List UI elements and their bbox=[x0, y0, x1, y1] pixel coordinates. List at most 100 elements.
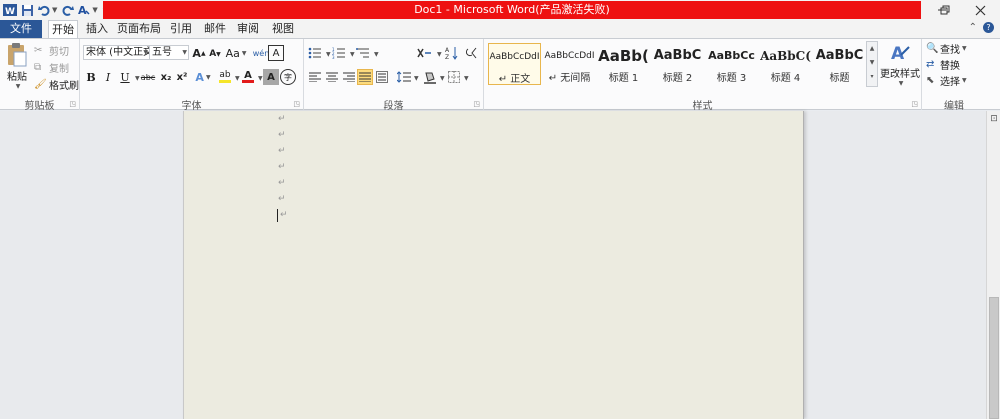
sort-button[interactable]: AZ bbox=[444, 45, 460, 61]
borders-button[interactable] bbox=[446, 69, 462, 85]
line-spacing-dropdown-icon[interactable]: ▼ bbox=[414, 75, 419, 82]
bullets-dropdown-icon[interactable]: ▼ bbox=[326, 51, 331, 58]
change-styles-button[interactable]: A 更改样式 ▼ bbox=[880, 41, 920, 87]
bold-button[interactable]: B bbox=[83, 69, 99, 85]
font-name-dropdown-icon[interactable]: ▼ bbox=[143, 46, 148, 59]
styles-launcher-icon[interactable]: ◳ bbox=[911, 100, 918, 108]
chinese-layout-button[interactable] bbox=[414, 45, 434, 61]
show-marks-button[interactable] bbox=[464, 45, 480, 61]
italic-button[interactable]: I bbox=[100, 69, 116, 85]
font-size-value: 五号 bbox=[152, 47, 172, 58]
align-center-button[interactable] bbox=[324, 69, 340, 85]
superscript-button[interactable]: x² bbox=[174, 69, 190, 85]
styles-gallery-scroll[interactable]: ▲ ▼ ▾ bbox=[866, 41, 878, 87]
chinese-layout-dropdown-icon[interactable]: ▼ bbox=[437, 51, 442, 58]
grow-font-button[interactable]: A ▲ bbox=[191, 45, 207, 61]
document-page[interactable]: ↵ ↵ ↵ ↵ ↵ ↵ ↵ bbox=[183, 111, 804, 419]
font-name-select[interactable]: 宋体 (中文正文) ▼ bbox=[83, 45, 150, 60]
redo-icon[interactable] bbox=[60, 3, 74, 17]
subscript-button[interactable]: x₂ bbox=[158, 69, 174, 85]
shading-button[interactable] bbox=[422, 69, 438, 85]
phonetic-guide-button[interactable]: wén bbox=[253, 45, 270, 61]
font-size-select[interactable]: 五号 ▼ bbox=[149, 45, 189, 60]
numbering-button[interactable]: 123 bbox=[331, 45, 347, 61]
tab-home[interactable]: 开始 bbox=[48, 20, 78, 39]
character-border-button[interactable]: A bbox=[268, 45, 284, 61]
copy-button[interactable]: ⧉ 复制 bbox=[34, 60, 69, 75]
paste-button[interactable]: 粘贴 ▼ bbox=[5, 42, 29, 90]
tab-insert[interactable]: 插入 bbox=[82, 20, 112, 38]
select-dropdown-icon[interactable]: ▼ bbox=[962, 77, 967, 84]
font-size-dropdown-icon[interactable]: ▼ bbox=[182, 46, 187, 59]
strikethrough-button[interactable]: abc bbox=[139, 69, 157, 85]
tab-view[interactable]: 视图 bbox=[268, 20, 298, 38]
format-painter-button[interactable]: 🖌 格式刷 bbox=[34, 77, 79, 92]
select-label: 选择 bbox=[940, 77, 960, 88]
align-right-button[interactable] bbox=[341, 69, 357, 85]
vertical-scrollbar[interactable]: ⊡ bbox=[986, 111, 1000, 419]
shrink-font-button[interactable]: A ▼ bbox=[207, 46, 223, 62]
distributed-button[interactable] bbox=[374, 69, 390, 85]
word-app-icon[interactable]: W bbox=[3, 3, 17, 17]
change-case-button[interactable]: Aa ▼ bbox=[225, 45, 247, 61]
numbering-dropdown-icon[interactable]: ▼ bbox=[350, 51, 355, 58]
save-icon[interactable] bbox=[20, 3, 34, 17]
text-effects-button[interactable]: A ▼ bbox=[195, 69, 211, 85]
tab-file[interactable]: 文件 bbox=[0, 20, 42, 38]
multilevel-list-dropdown-icon[interactable]: ▼ bbox=[374, 51, 379, 58]
character-shading-button[interactable]: A bbox=[263, 69, 279, 85]
find-dropdown-icon[interactable]: ▼ bbox=[962, 45, 967, 52]
help-icon[interactable]: ? bbox=[983, 22, 994, 33]
clipboard-launcher-icon[interactable]: ◳ bbox=[69, 100, 76, 108]
style-heading-1[interactable]: AaBb( 标题 1 bbox=[597, 43, 650, 85]
justify-button[interactable] bbox=[357, 69, 373, 85]
font-color-button[interactable]: A bbox=[240, 69, 256, 85]
styles-gallery: AaBbCcDdI ↵ 正文 AaBbCcDdI ↵ 无间隔 AaBb( 标题 … bbox=[488, 43, 866, 85]
minimize-ribbon-icon[interactable]: ⌃ bbox=[969, 22, 977, 33]
style-normal[interactable]: AaBbCcDdI ↵ 正文 bbox=[488, 43, 541, 85]
cut-button[interactable]: ✂ 剪切 bbox=[34, 43, 69, 58]
copy-label: 复制 bbox=[49, 64, 69, 75]
gallery-more-icon[interactable]: ▾ bbox=[867, 70, 877, 84]
paste-dropdown-icon[interactable]: ▼ bbox=[16, 83, 21, 90]
underline-button[interactable]: U bbox=[117, 69, 133, 85]
paragraph-launcher-icon[interactable]: ◳ bbox=[473, 100, 480, 108]
document-area[interactable]: ↵ ↵ ↵ ↵ ↵ ↵ ↵ bbox=[0, 111, 986, 419]
borders-dropdown-icon[interactable]: ▼ bbox=[464, 75, 469, 82]
bullets-button[interactable] bbox=[307, 45, 323, 61]
multilevel-list-button[interactable] bbox=[355, 45, 371, 61]
tab-references[interactable]: 引用 bbox=[166, 20, 196, 38]
change-styles-dropdown-icon[interactable]: ▼ bbox=[899, 80, 904, 87]
text-style-icon[interactable]: A bbox=[77, 3, 91, 17]
enclose-characters-button[interactable]: 字 bbox=[280, 69, 296, 85]
text-style-dropdown-icon[interactable]: ▼ bbox=[92, 6, 97, 14]
tab-page-layout[interactable]: 页面布局 bbox=[117, 20, 161, 38]
undo-dropdown-icon[interactable]: ▼ bbox=[52, 6, 57, 14]
gallery-scroll-up-icon[interactable]: ▲ bbox=[867, 42, 877, 56]
style-heading-3[interactable]: AaBbCc 标题 3 bbox=[705, 43, 758, 85]
gallery-scroll-down-icon[interactable]: ▼ bbox=[867, 56, 877, 70]
highlight-button[interactable]: ab bbox=[217, 69, 233, 85]
replace-button[interactable]: ⇄ 替换 bbox=[926, 57, 960, 72]
restore-button[interactable] bbox=[925, 0, 965, 20]
style-heading-2[interactable]: AaBbC 标题 2 bbox=[651, 43, 704, 85]
style-title[interactable]: AaBbC 标题 bbox=[813, 43, 866, 85]
font-color-dropdown-icon[interactable]: ▼ bbox=[258, 75, 263, 82]
close-button[interactable] bbox=[960, 0, 1000, 20]
line-spacing-button[interactable] bbox=[396, 69, 412, 85]
font-launcher-icon[interactable]: ◳ bbox=[293, 100, 300, 108]
tab-review[interactable]: 审阅 bbox=[233, 20, 263, 38]
tab-mailings[interactable]: 邮件 bbox=[200, 20, 230, 38]
align-left-button[interactable] bbox=[307, 69, 323, 85]
shading-dropdown-icon[interactable]: ▼ bbox=[440, 75, 445, 82]
ruler-toggle-icon[interactable]: ⊡ bbox=[988, 114, 1000, 126]
style-no-spacing[interactable]: AaBbCcDdI ↵ 无间隔 bbox=[543, 43, 596, 85]
paragraph-group-label: 段落 bbox=[383, 101, 404, 112]
select-button[interactable]: ⬉ 选择 ▼ bbox=[926, 73, 967, 88]
find-button[interactable]: 🔍 查找 ▼ bbox=[926, 41, 967, 56]
change-case-icon: Aa bbox=[225, 46, 240, 60]
style-heading-4[interactable]: AaBbC( 标题 4 bbox=[759, 43, 812, 85]
scrollbar-thumb[interactable] bbox=[989, 297, 999, 419]
undo-icon[interactable] bbox=[37, 3, 51, 17]
highlight-dropdown-icon[interactable]: ▼ bbox=[235, 75, 240, 82]
